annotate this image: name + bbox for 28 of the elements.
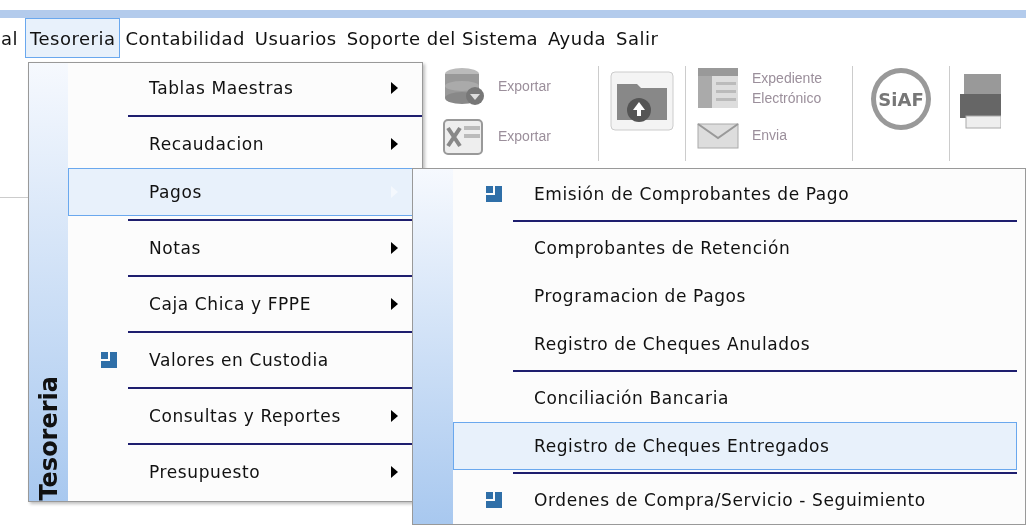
menu-item[interactable]: Caja Chica y FPPE <box>68 280 422 328</box>
database-icon <box>442 66 486 106</box>
menu-item[interactable]: Conciliación Bancaria <box>453 374 1017 422</box>
envelope-icon <box>696 120 740 150</box>
menu-item[interactable]: Programacion de Pagos <box>453 272 1017 320</box>
menu-bar-item[interactable]: Contabilidad <box>120 18 250 58</box>
menu-item[interactable]: Tablas Maestras <box>68 64 422 112</box>
folder-icon <box>609 68 675 134</box>
menu-item[interactable]: Registro de Cheques Anulados <box>453 320 1017 368</box>
menu-item[interactable]: Valores en Custodia <box>68 336 422 384</box>
menu-bar-item[interactable]: Salir <box>611 18 664 58</box>
menu-item[interactable]: Emisión de Comprobantes de Pago <box>453 170 1017 218</box>
menu-item[interactable]: Recaudacion <box>68 120 422 168</box>
menu-item[interactable]: Presupuesto <box>68 448 422 496</box>
menu-item[interactable]: Notas <box>68 224 422 272</box>
menu-bar-item[interactable]: Soporte del Sistema <box>341 18 543 58</box>
menu-bar-item[interactable]: Usuarios <box>249 18 342 58</box>
document-icon <box>696 66 740 110</box>
menu-bar-item[interactable]: Ayuda <box>543 18 612 58</box>
menu-item[interactable]: Comprobantes de Retención <box>453 224 1017 272</box>
menu-item[interactable]: Ordenes de Compra/Servicio - Seguimiento <box>453 476 1017 524</box>
logo-button[interactable]: SiAF <box>871 68 931 130</box>
menu-bar-item[interactable]: Tesoreria <box>25 18 121 58</box>
menu-bar-item[interactable]: al <box>0 18 26 58</box>
spreadsheet-icon <box>442 116 486 156</box>
menu-item[interactable]: Registro de Cheques Entregados <box>453 422 1017 470</box>
menu-side-title: Tesoreria <box>34 375 63 501</box>
menu-item[interactable]: Consultas y Reportes <box>68 392 422 440</box>
